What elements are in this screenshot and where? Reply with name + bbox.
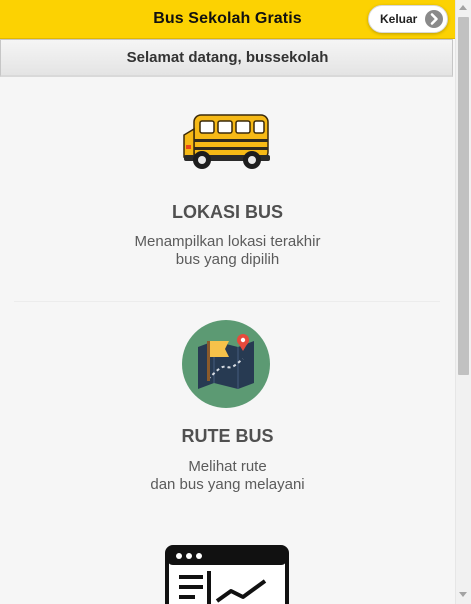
menu-desc-line: Melihat rute <box>188 458 267 475</box>
menu-desc-lokasi-bus: Menampilkan lokasi terakhir bus yang dip… <box>0 233 455 269</box>
scroll-up-arrow-icon[interactable] <box>459 5 467 10</box>
schedule-chart-icon <box>165 545 289 604</box>
menu-desc-line: bus yang dipilih <box>175 251 280 268</box>
arrow-circle-right-icon <box>425 10 443 28</box>
school-bus-icon <box>183 114 270 169</box>
route-map-icon <box>182 320 270 408</box>
menu-desc-line: dan bus yang melayani <box>150 476 305 493</box>
app-header: Bus Sekolah Gratis Keluar <box>0 0 455 39</box>
welcome-text: Selamat datang, bussekolah <box>126 49 329 66</box>
menu-desc-rute-bus: Melihat rute dan bus yang melayani <box>0 458 455 494</box>
logout-label: Keluar <box>380 12 418 26</box>
menu-item-lokasi-bus[interactable]: LOKASI BUS Menampilkan lokasi terakhir b… <box>0 95 455 285</box>
welcome-bar: Selamat datang, bussekolah <box>0 39 453 77</box>
menu-desc-line: Menampilkan lokasi terakhir <box>134 233 321 250</box>
menu-item-jadwal[interactable] <box>0 545 455 604</box>
scroll-down-arrow-icon[interactable] <box>459 592 467 597</box>
menu-title-lokasi-bus: LOKASI BUS <box>171 202 283 222</box>
menu-item-rute-bus[interactable]: RUTE BUS Melihat rute dan bus yang melay… <box>0 319 455 509</box>
vertical-scrollbar[interactable] <box>455 0 471 604</box>
logout-button[interactable]: Keluar <box>368 5 448 33</box>
menu-title-rute-bus: RUTE BUS <box>181 426 274 446</box>
app-window: Bus Sekolah Gratis Keluar Selamat datang… <box>0 0 471 604</box>
scroll-thumb[interactable] <box>458 17 469 375</box>
content-viewport: Bus Sekolah Gratis Keluar Selamat datang… <box>0 0 455 604</box>
menu-divider <box>14 301 440 302</box>
